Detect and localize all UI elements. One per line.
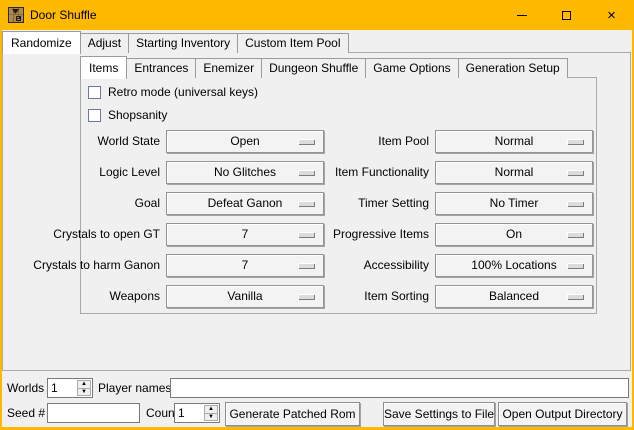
timer-setting-label: Timer Setting [277, 192, 429, 215]
accessibility-row: Accessibility 100% Locations [277, 254, 593, 277]
item-pool-value: Normal [495, 134, 534, 148]
count-spinner[interactable]: 1 ▲ ▼ [174, 403, 220, 423]
arrow-up-icon: ▲ [208, 406, 214, 412]
title-bar[interactable]: Door Shuffle × [0, 0, 634, 30]
seed-input[interactable] [47, 403, 140, 423]
open-output-directory-button[interactable]: Open Output Directory [498, 402, 627, 426]
count-spinner-down-button[interactable]: ▼ [204, 413, 218, 422]
save-settings-button[interactable]: Save Settings to File [383, 402, 495, 426]
seed-label: Seed # [7, 403, 45, 423]
crystals-ganon-value: 7 [242, 258, 249, 272]
logic-level-label: Logic Level [20, 161, 160, 184]
retro-mode-checkbox-row[interactable]: Retro mode (universal keys) [88, 85, 258, 99]
app-door-crate-icon [8, 7, 24, 23]
door-shuffle-window: Door Shuffle × Randomize Adjust Starting… [0, 0, 634, 430]
shopsanity-label: Shopsanity [108, 108, 167, 122]
dropdown-indicator-icon [567, 139, 583, 144]
shopsanity-checkbox-row[interactable]: Shopsanity [88, 108, 167, 122]
crystals-gt-value: 7 [242, 227, 249, 241]
world-state-label: World State [20, 130, 160, 153]
tab-custom-item-pool[interactable]: Custom Item Pool [237, 33, 348, 53]
item-pool-row: Item Pool Normal [277, 130, 593, 153]
worlds-value: 1 [48, 379, 77, 397]
dropdown-indicator-icon [567, 201, 583, 206]
shopsanity-checkbox[interactable] [88, 109, 101, 122]
dropdown-indicator-icon [567, 232, 583, 237]
item-sorting-row: Item Sorting Balanced [277, 285, 593, 308]
tab-adjust[interactable]: Adjust [80, 33, 129, 53]
timer-setting-value: No Timer [490, 196, 539, 210]
item-pool-dropdown[interactable]: Normal [435, 130, 593, 153]
tab-starting-inventory[interactable]: Starting Inventory [128, 33, 238, 53]
retro-mode-label: Retro mode (universal keys) [108, 85, 258, 99]
item-functionality-label: Item Functionality [277, 161, 429, 184]
tab-generation-setup[interactable]: Generation Setup [458, 58, 568, 78]
count-spinner-buttons: ▲ ▼ [204, 404, 219, 422]
window-controls: × [499, 0, 634, 30]
crystals-gt-label: Crystals to open GT [20, 223, 160, 246]
logic-level-value: No Glitches [214, 165, 276, 179]
dropdown-indicator-icon [567, 294, 583, 299]
accessibility-value: 100% Locations [471, 258, 556, 272]
worlds-label: Worlds [7, 378, 44, 398]
close-icon: × [607, 8, 616, 23]
minimize-icon [517, 15, 527, 16]
minimize-button[interactable] [499, 0, 544, 30]
goal-value: Defeat Ganon [208, 196, 283, 210]
dropdown-indicator-icon [567, 170, 583, 175]
world-state-value: Open [230, 134, 259, 148]
window-content: Randomize Adjust Starting Inventory Cust… [2, 30, 632, 427]
maximize-button[interactable] [544, 0, 589, 30]
arrow-up-icon: ▲ [81, 381, 87, 387]
window-title: Door Shuffle [30, 0, 97, 30]
worlds-spinner-buttons: ▲ ▼ [77, 379, 92, 397]
count-value: 1 [175, 404, 204, 422]
accessibility-label: Accessibility [277, 254, 429, 277]
item-sorting-dropdown[interactable]: Balanced [435, 285, 593, 308]
maximize-icon [562, 11, 571, 20]
crystals-ganon-label: Crystals to harm Ganon [20, 254, 160, 277]
progressive-items-row: Progressive Items On [277, 223, 593, 246]
weapons-value: Vanilla [227, 289, 262, 303]
tab-dungeon-shuffle[interactable]: Dungeon Shuffle [261, 58, 366, 78]
player-names-label: Player names [98, 378, 171, 398]
progressive-items-dropdown[interactable]: On [435, 223, 593, 246]
tab-randomize[interactable]: Randomize [2, 31, 81, 54]
accessibility-dropdown[interactable]: 100% Locations [435, 254, 593, 277]
item-functionality-row: Item Functionality Normal [277, 161, 593, 184]
arrow-down-icon: ▼ [81, 389, 87, 395]
item-sorting-label: Item Sorting [277, 285, 429, 308]
retro-mode-checkbox[interactable] [88, 86, 101, 99]
worlds-spinner-down-button[interactable]: ▼ [77, 388, 91, 397]
weapons-label: Weapons [20, 285, 160, 308]
arrow-down-icon: ▼ [208, 414, 214, 420]
worlds-spinner[interactable]: 1 ▲ ▼ [47, 378, 93, 398]
goal-label: Goal [20, 192, 160, 215]
item-sorting-value: Balanced [489, 289, 539, 303]
item-pool-label: Item Pool [277, 130, 429, 153]
generate-patched-rom-button[interactable]: Generate Patched Rom [225, 402, 360, 426]
timer-setting-row: Timer Setting No Timer [277, 192, 593, 215]
player-names-input[interactable] [170, 378, 629, 398]
outer-tab-bar: Randomize Adjust Starting Inventory Cust… [2, 30, 348, 53]
dropdown-indicator-icon [567, 263, 583, 268]
tab-entrances[interactable]: Entrances [126, 58, 196, 78]
item-functionality-dropdown[interactable]: Normal [435, 161, 593, 184]
progressive-items-label: Progressive Items [277, 223, 429, 246]
form-column-right: Item Pool Normal Item Functionality Norm… [277, 130, 593, 316]
tab-items[interactable]: Items [80, 56, 127, 79]
item-functionality-value: Normal [495, 165, 534, 179]
tab-game-options[interactable]: Game Options [365, 58, 458, 78]
tab-enemizer[interactable]: Enemizer [195, 58, 262, 78]
close-button[interactable]: × [589, 0, 634, 30]
progressive-items-value: On [506, 227, 522, 241]
timer-setting-dropdown[interactable]: No Timer [435, 192, 593, 215]
inner-tab-bar: Items Entrances Enemizer Dungeon Shuffle… [80, 57, 567, 78]
